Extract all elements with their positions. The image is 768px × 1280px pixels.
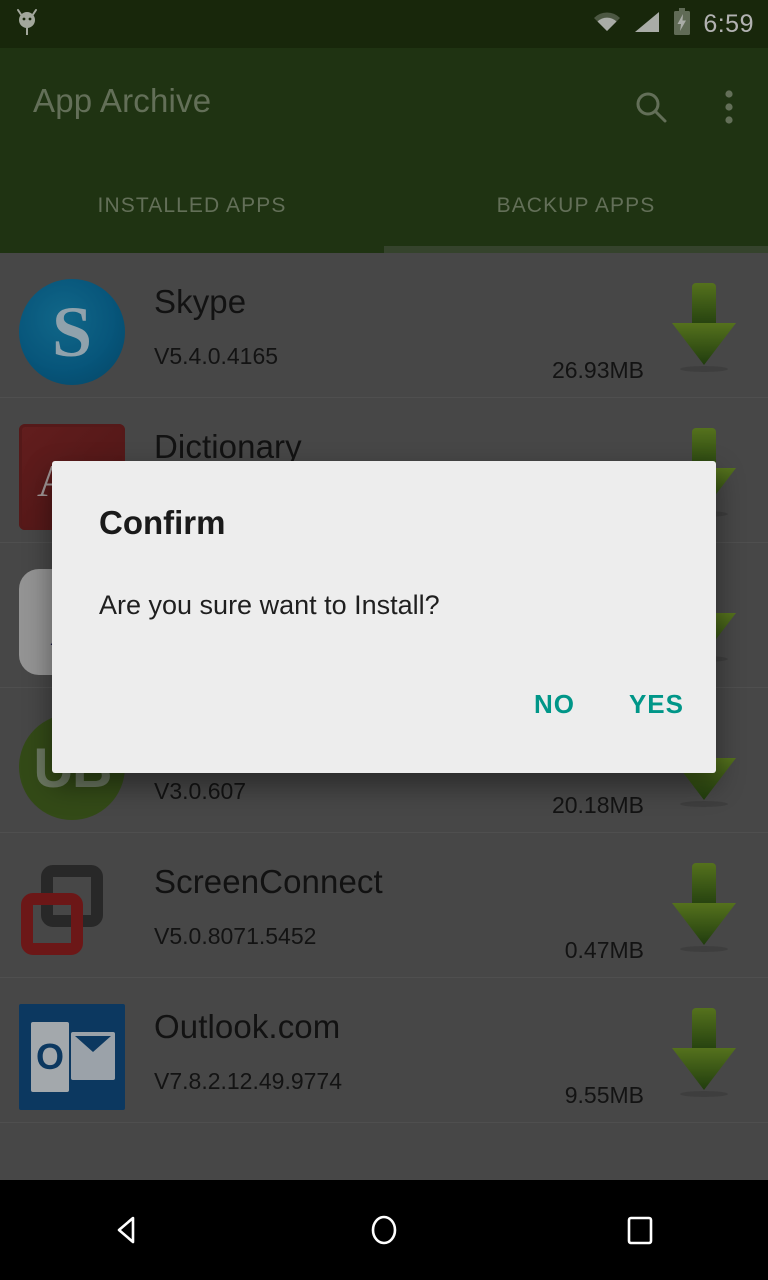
table-row[interactable]: ScreenConnect V5.0.8071.5452 0.47MB (0, 833, 768, 978)
dialog-title: Confirm (99, 504, 226, 541)
home-circle-icon[interactable] (339, 1195, 429, 1265)
tab-indicator (384, 246, 768, 253)
recents-square-icon[interactable] (595, 1195, 685, 1265)
yes-button[interactable]: YES (629, 689, 684, 720)
app-size: 26.93MB (551, 357, 644, 383)
no-button[interactable]: NO (534, 689, 575, 720)
tab-backup-apps[interactable]: BACKUP APPS (384, 164, 768, 248)
navigation-bar (0, 1180, 768, 1280)
cell-signal-icon (633, 10, 661, 39)
android-robot-icon (14, 7, 40, 42)
tab-track (0, 246, 384, 253)
download-arrow-icon[interactable] (664, 1004, 744, 1100)
app-name: Skype (154, 283, 247, 320)
search-icon[interactable] (630, 86, 672, 128)
battery-charging-icon (672, 7, 692, 41)
screenconnect-icon (19, 859, 125, 965)
dialog-actions: NO YES (534, 689, 684, 720)
tab-bar: INSTALLED APPS BACKUP APPS (0, 164, 768, 248)
phone-screen: 6:59 App Archive INSTALLED APPS BACKUP A… (0, 0, 768, 1280)
app-version: V5.4.0.4165 (154, 343, 279, 369)
app-name: Outlook.com (154, 1008, 341, 1045)
table-row[interactable]: O Outlook.com V7.8.2.12.49.9774 9.55MB (0, 978, 768, 1123)
page-title: App Archive (33, 82, 212, 119)
status-bar: 6:59 (0, 0, 768, 48)
download-arrow-icon[interactable] (664, 859, 744, 955)
skype-icon: S (19, 279, 125, 385)
app-size: 9.55MB (564, 1082, 644, 1108)
app-size: 20.18MB (551, 792, 644, 818)
app-size: 0.47MB (564, 937, 644, 963)
app-version: V3.0.607 (154, 778, 247, 804)
app-version: V7.8.2.12.49.9774 (154, 1068, 342, 1094)
outlook-icon: O (19, 1004, 125, 1110)
overflow-menu-icon[interactable] (708, 86, 750, 128)
back-triangle-icon[interactable] (83, 1195, 173, 1265)
app-bar: App Archive (0, 48, 768, 164)
table-row[interactable]: S Skype V5.4.0.4165 26.93MB (0, 253, 768, 398)
app-name: ScreenConnect (154, 863, 383, 900)
status-bar-clock: 6:59 (703, 9, 754, 38)
tab-installed-apps[interactable]: INSTALLED APPS (0, 164, 384, 248)
confirm-dialog: Confirm Are you sure want to Install? NO… (52, 461, 716, 773)
download-arrow-icon[interactable] (664, 279, 744, 375)
dialog-message: Are you sure want to Install? (99, 590, 440, 620)
app-version: V5.0.8071.5452 (154, 923, 317, 949)
wifi-icon (592, 10, 622, 39)
